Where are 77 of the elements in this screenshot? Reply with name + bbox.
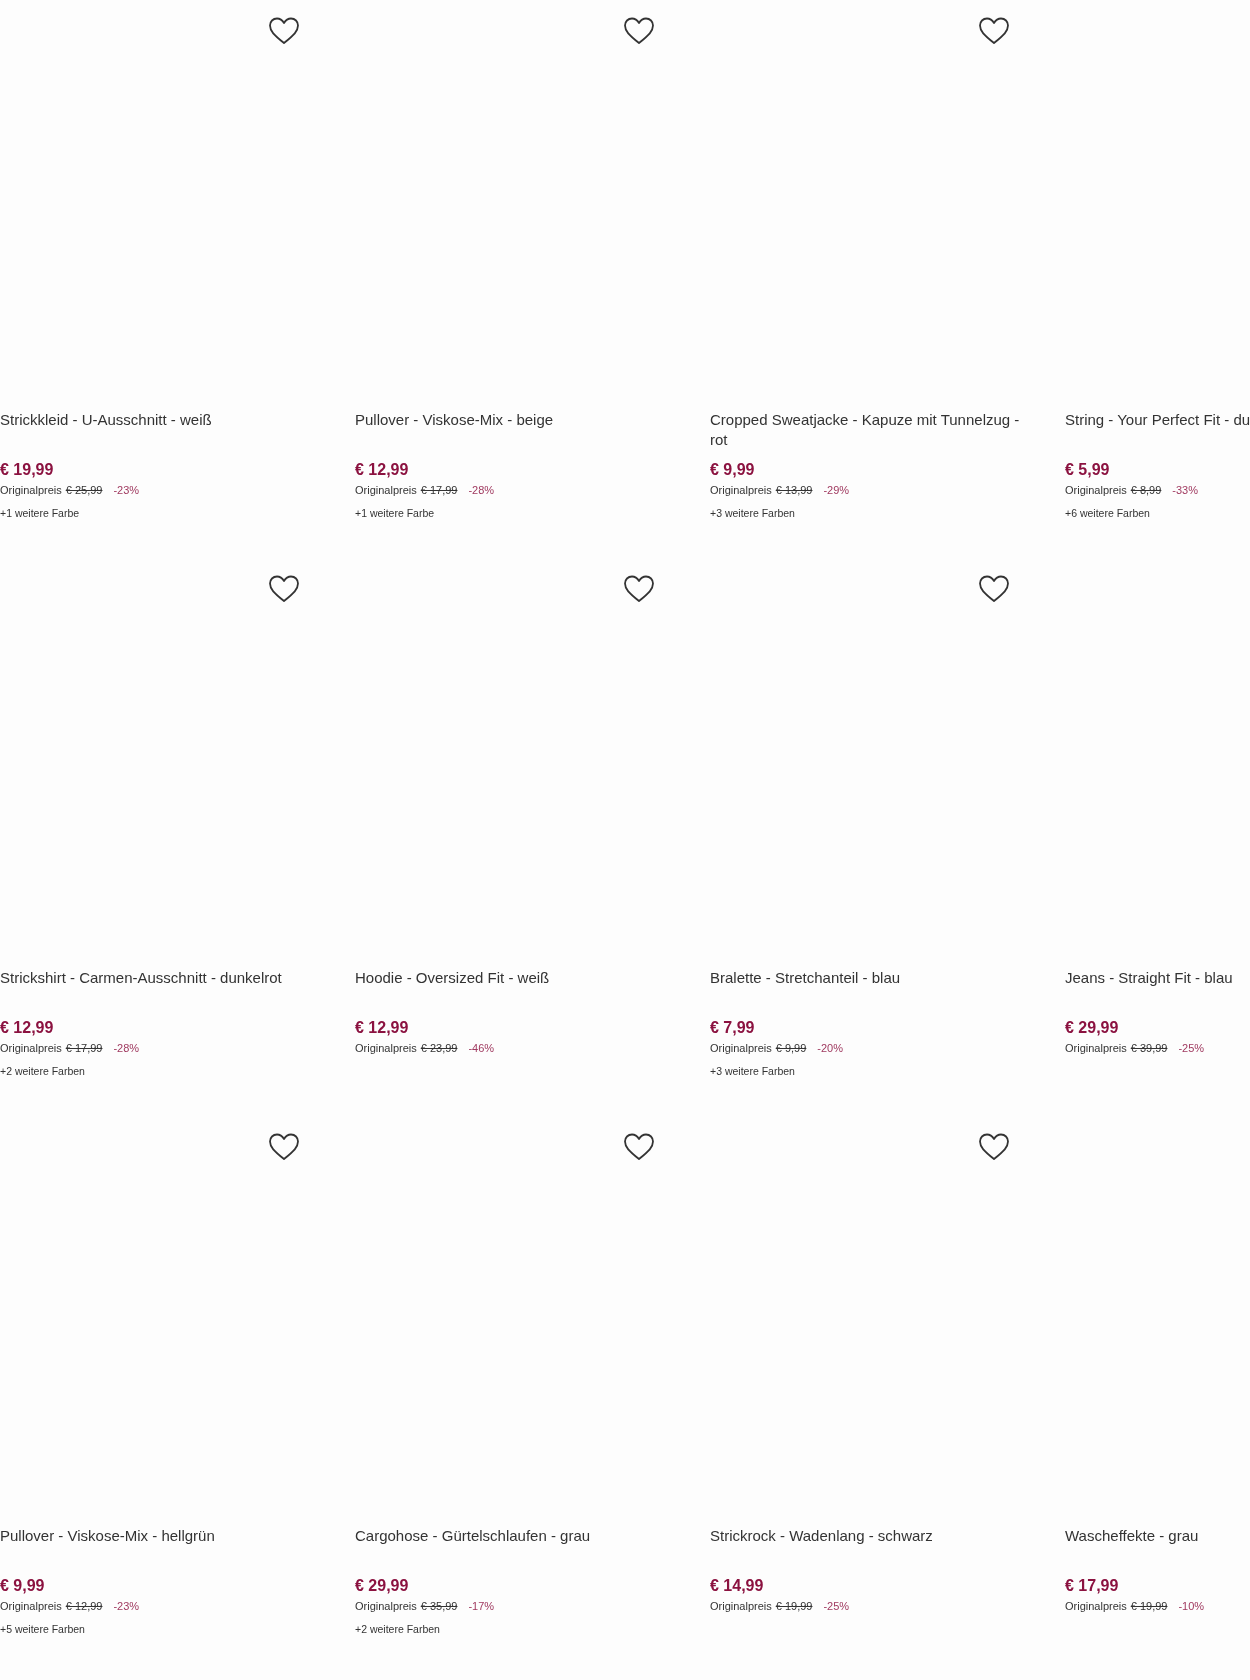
heart-icon[interactable] <box>268 1132 300 1162</box>
original-price-label: Originalpreis <box>355 483 417 497</box>
original-price: € 19,99 <box>775 1599 813 1613</box>
heart-icon[interactable] <box>623 1132 655 1162</box>
original-price: € 8,99 <box>1130 483 1162 497</box>
more-colors-link[interactable]: +2 weitere Farben <box>0 1065 320 1078</box>
product-price: € 29,99 <box>1065 1018 1120 1038</box>
discount: -20% <box>817 1041 844 1055</box>
more-colors-link[interactable]: +3 weitere Farben <box>710 507 1030 520</box>
discount: -28% <box>113 1041 140 1055</box>
product-name[interactable]: Cropped Sweatjacke - Kapuze mit Tunnelzug - rot <box>710 410 1030 450</box>
original-price: € 39,99 <box>1130 1041 1168 1055</box>
heart-icon[interactable] <box>623 16 655 46</box>
original-price: € 12,99 <box>65 1599 103 1613</box>
original-price: € 17,99 <box>420 483 458 497</box>
heart-icon[interactable] <box>268 16 300 46</box>
original-price: € 17,99 <box>65 1041 103 1055</box>
original-price-label: Originalpreis <box>0 483 62 497</box>
original-price-label: Originalpreis <box>0 1041 62 1055</box>
product-price: € 19,99 <box>0 460 55 480</box>
original-price: € 23,99 <box>420 1041 458 1055</box>
original-price: € 13,99 <box>775 483 813 497</box>
product-name[interactable]: Strickrock - Wadenlang - schwarz <box>710 1526 1030 1566</box>
product-price: € 29,99 <box>355 1576 410 1596</box>
product-name[interactable]: Pullover - Viskose-Mix - beige <box>355 410 675 450</box>
discount: -46% <box>468 1041 495 1055</box>
product-price: € 9,99 <box>0 1576 46 1596</box>
more-colors-link[interactable]: +3 weitere Farben <box>710 1065 1030 1078</box>
discount: -25% <box>823 1599 850 1613</box>
heart-icon[interactable] <box>623 574 655 604</box>
product-price: € 7,99 <box>710 1018 756 1038</box>
product-name[interactable]: Jeans - Straight Fit - blau <box>1065 968 1250 1008</box>
more-colors-link[interactable]: +1 weitere Farbe <box>355 507 675 520</box>
original-price-label: Originalpreis <box>1065 1599 1127 1613</box>
original-price: € 9,99 <box>775 1041 807 1055</box>
heart-icon[interactable] <box>978 16 1010 46</box>
original-price: € 35,99 <box>420 1599 458 1613</box>
product-name[interactable]: String - Your Perfect Fit - du <box>1065 410 1250 450</box>
original-price-label: Originalpreis <box>355 1599 417 1613</box>
product-price: € 14,99 <box>710 1576 765 1596</box>
product-price: € 12,99 <box>0 1018 55 1038</box>
more-colors-link[interactable]: +6 weitere Farben <box>1065 507 1250 520</box>
product-price: € 5,99 <box>1065 460 1111 480</box>
original-price-label: Originalpreis <box>1065 483 1127 497</box>
discount: -23% <box>113 483 140 497</box>
more-colors-link[interactable]: +1 weitere Farbe <box>0 507 320 520</box>
discount: -23% <box>113 1599 140 1613</box>
original-price: € 19,99 <box>1130 1599 1168 1613</box>
product-name[interactable]: Bralette - Stretchanteil - blau <box>710 968 1030 1008</box>
product-name[interactable]: Strickshirt - Carmen-Ausschnitt - dunkelrot <box>0 968 320 1008</box>
heart-icon[interactable] <box>268 574 300 604</box>
product-price: € 12,99 <box>355 460 410 480</box>
original-price-label: Originalpreis <box>710 1041 772 1055</box>
heart-icon[interactable] <box>978 574 1010 604</box>
original-price-label: Originalpreis <box>355 1041 417 1055</box>
product-price: € 17,99 <box>1065 1576 1120 1596</box>
original-price-label: Originalpreis <box>1065 1041 1127 1055</box>
original-price-label: Originalpreis <box>710 483 772 497</box>
original-price: € 25,99 <box>65 483 103 497</box>
more-colors-link[interactable]: +2 weitere Farben <box>355 1623 675 1636</box>
discount: -33% <box>1172 483 1199 497</box>
discount: -25% <box>1178 1041 1205 1055</box>
product-name[interactable]: Hoodie - Oversized Fit - weiß <box>355 968 675 1008</box>
discount: -17% <box>468 1599 495 1613</box>
discount: -28% <box>468 483 495 497</box>
original-price-label: Originalpreis <box>0 1599 62 1613</box>
product-price: € 9,99 <box>710 460 756 480</box>
product-name[interactable]: Pullover - Viskose-Mix - hellgrün <box>0 1526 320 1566</box>
more-colors-link[interactable]: +5 weitere Farben <box>0 1623 320 1636</box>
product-name[interactable]: Wascheffekte - grau <box>1065 1526 1250 1566</box>
original-price-label: Originalpreis <box>710 1599 772 1613</box>
product-name[interactable]: Strickkleid - U-Ausschnitt - weiß <box>0 410 320 450</box>
product-price: € 12,99 <box>355 1018 410 1038</box>
discount: -29% <box>823 483 850 497</box>
product-name[interactable]: Cargohose - Gürtelschlaufen - grau <box>355 1526 675 1566</box>
heart-icon[interactable] <box>978 1132 1010 1162</box>
discount: -10% <box>1178 1599 1205 1613</box>
